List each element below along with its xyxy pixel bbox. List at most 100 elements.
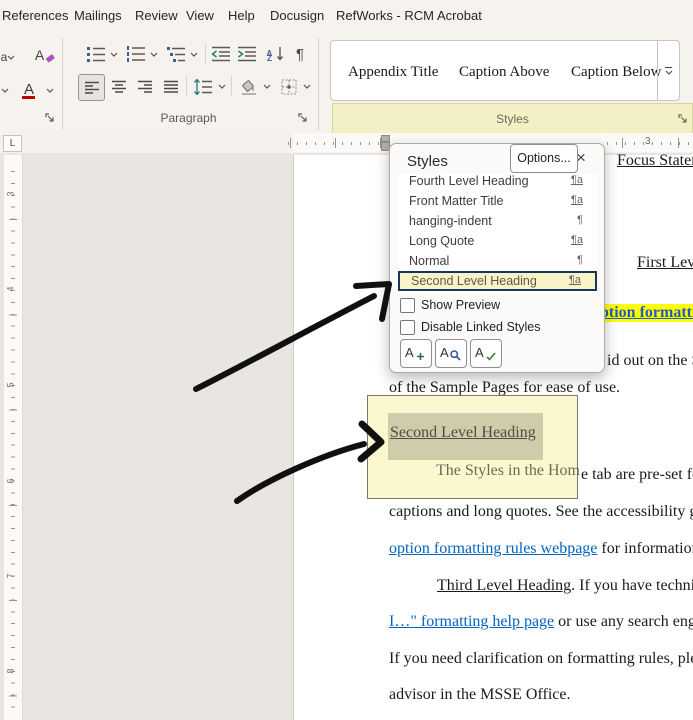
style-item-fourth-level[interactable]: Fourth Level Heading ¶a (398, 174, 597, 191)
style-item-hanging-indent[interactable]: hanging-indent ¶ (398, 211, 597, 231)
doc-heading-focus: Focus Statement (617, 152, 693, 169)
gallery-more-button[interactable] (658, 41, 679, 100)
numbered-list-dropdown[interactable] (148, 47, 160, 61)
align-right-button[interactable] (132, 74, 157, 99)
line-spacing-dropdown[interactable] (216, 79, 228, 93)
shading-dropdown[interactable] (261, 79, 273, 93)
tab-references[interactable]: References (2, 8, 68, 23)
font-color-dropdown[interactable] (44, 82, 56, 98)
manage-styles-button[interactable]: A (470, 339, 502, 368)
font-color-button[interactable]: A (16, 76, 42, 102)
tab-view[interactable]: View (186, 8, 214, 23)
style-appendix-title[interactable]: Appendix Title (348, 64, 438, 81)
options-button[interactable]: Options... (510, 144, 578, 173)
down-arrow-icon (276, 47, 283, 61)
chevron-down-icon (218, 84, 226, 89)
tab-help[interactable]: Help (228, 8, 255, 23)
plus-icon (417, 353, 424, 360)
line-spacing-button[interactable] (190, 74, 216, 99)
doc-line-option-link: option formatting rules webpage for info… (389, 540, 693, 557)
magnifier-icon (450, 350, 461, 361)
multilevel-list-button[interactable] (164, 42, 188, 66)
button-divider (205, 44, 206, 64)
vertical-ruler: 3 4 5 6 7 8 (4, 155, 23, 720)
chevron-down-icon (263, 84, 271, 89)
doc-line-third-heading: Third Level Heading. If you have technic… (437, 577, 693, 594)
disable-linked-checkbox[interactable] (400, 320, 415, 335)
ruler-number: 3 (5, 191, 16, 197)
ruler-number: 8 (5, 668, 16, 674)
paragraph-dialog-launcher-icon[interactable] (297, 112, 309, 124)
show-hide-pilcrow-button[interactable]: ¶ (290, 42, 310, 66)
linked-style-icon: ¶a (570, 234, 583, 246)
ruler-number: 7 (5, 573, 16, 579)
doc-line-laid-out: id out on the Sample (607, 352, 693, 369)
chevron-down-icon (150, 52, 158, 57)
linked-style-icon: ¶a (568, 274, 581, 286)
doc-line-preset-fragment: e tab are pre-set fo (581, 466, 693, 483)
style-item-second-level-heading[interactable]: Second Level Heading ¶a (398, 271, 597, 291)
ruler-ticks (288, 142, 385, 145)
shading-button[interactable] (236, 74, 261, 99)
chevron-down-icon (110, 52, 118, 57)
styles-pane: Styles × Fourth Level Heading ¶a Front Ma… (389, 143, 605, 373)
indent-marker[interactable] (381, 135, 390, 151)
chevron-down-icon (46, 88, 54, 93)
ruler-tick (335, 138, 336, 148)
style-inspector-button[interactable]: A (435, 339, 467, 368)
style-item-front-matter[interactable]: Front Matter Title ¶a (398, 191, 597, 211)
third-level-heading: Third Level Heading (437, 577, 572, 594)
numbered-list-button[interactable] (124, 42, 148, 66)
multilevel-list-dropdown[interactable] (188, 47, 200, 61)
style-caption-below[interactable]: Caption Below (571, 64, 661, 81)
highlight-dropdown-partial[interactable] (0, 82, 10, 98)
callout-box: Second Level Heading The Styles in the H… (367, 395, 580, 499)
borders-dropdown[interactable] (301, 79, 313, 93)
ruler-number: 6 (5, 478, 16, 484)
style-item-normal[interactable]: Normal ¶ (398, 251, 597, 271)
styles-dialog-launcher-icon[interactable] (677, 113, 689, 125)
ruler-number: 3 (645, 136, 651, 147)
align-left-button[interactable] (78, 74, 105, 101)
group-divider (318, 38, 319, 130)
change-case-button[interactable]: a (0, 46, 16, 68)
tab-acrobat[interactable]: Acrobat (437, 8, 482, 23)
styles-list: Fourth Level Heading ¶a Front Matter Titl… (398, 174, 597, 293)
decrease-indent-button[interactable] (209, 42, 233, 66)
ruler-number: 5 (5, 382, 16, 388)
ribbon-tab-bar: References Mailings Review View Help Doc… (0, 0, 693, 30)
bullet-list-button[interactable] (84, 42, 108, 66)
bullet-list-dropdown[interactable] (108, 47, 120, 61)
eraser-icon (46, 54, 55, 63)
tab-selector[interactable]: L (3, 135, 22, 152)
style-item-long-quote[interactable]: Long Quote ¶a (398, 231, 597, 251)
callout-body-text: The Styles in the Hom (436, 462, 580, 479)
hyperlink-option-formatting[interactable]: option formatting rules webpage (389, 540, 597, 557)
doc-highlighted-link-fragment[interactable]: ption formatting ru (600, 304, 693, 322)
tab-review[interactable]: Review (135, 8, 178, 23)
justify-button[interactable] (158, 74, 183, 99)
new-style-button[interactable]: A (400, 339, 432, 368)
tab-mailings[interactable]: Mailings (74, 8, 122, 23)
show-preview-checkbox[interactable] (400, 298, 415, 313)
chevron-down-icon (190, 52, 198, 57)
more-bar-icon (665, 66, 672, 68)
hyperlink-formatting-help[interactable]: I…" formatting help page (389, 613, 554, 630)
borders-button[interactable] (276, 74, 301, 99)
increase-indent-button[interactable] (235, 42, 259, 66)
styles-group-highlight: Styles (332, 103, 693, 135)
font-color-bar (22, 96, 35, 99)
clear-formatting-button[interactable]: A (31, 42, 59, 68)
button-divider (231, 76, 232, 96)
button-divider (186, 76, 187, 96)
sort-button[interactable]: A Z (262, 42, 288, 66)
ruler-number: 4 (5, 286, 16, 292)
style-caption-above[interactable]: Caption Above (459, 64, 549, 81)
paragraph-group-label: Paragraph (160, 111, 217, 125)
tab-docusign[interactable]: Docusign (270, 8, 324, 23)
tab-refworks[interactable]: RefWorks - RCM (336, 8, 434, 23)
font-dialog-launcher-icon[interactable] (44, 112, 56, 124)
doc-line-captions: captions and long quotes. See the access… (389, 503, 693, 520)
align-center-button[interactable] (106, 74, 131, 99)
paragraph-style-icon: ¶ (577, 214, 583, 226)
